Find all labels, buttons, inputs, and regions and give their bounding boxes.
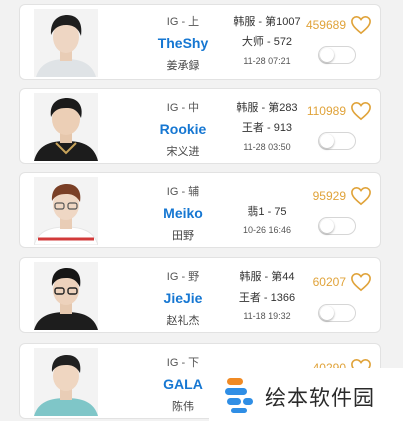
last-update-time: 10-26 16:46 [242, 225, 292, 235]
toggle-knob [320, 219, 334, 233]
server-rank: 韩服 - 第1007 [233, 16, 301, 28]
toggle-knob [320, 48, 334, 62]
server-rank: 韩服 - 第44 [239, 271, 295, 283]
last-update-time: 11-28 03:50 [243, 142, 291, 152]
player-name[interactable]: Rookie [128, 121, 238, 137]
toggle-knob [320, 306, 334, 320]
player-card[interactable]: IG - 中 Rookie 宋义进 韩服 - 第283 王者 - 913 11-… [19, 88, 381, 164]
tier-points: 王者 - 1366 [238, 292, 296, 304]
tier-points: 翡1 - 75 [247, 206, 287, 218]
player-name[interactable]: TheShy [128, 35, 238, 51]
tier-points: 王者 - 913 [241, 122, 293, 134]
last-update-time: 11-28 07:21 [243, 56, 291, 66]
player-avatar [34, 262, 98, 330]
player-real-name: 田野 [172, 230, 194, 242]
team-position: IG - 上 [166, 16, 200, 28]
player-avatar [34, 93, 98, 161]
tier-points: 大师 - 572 [241, 36, 293, 48]
player-name[interactable]: JieJie [128, 290, 238, 306]
player-card[interactable]: IG - 野 JieJie 赵礼杰 韩服 - 第44 王者 - 1366 11-… [19, 257, 381, 333]
player-card[interactable]: IG - 上 TheShy 姜承録 韩服 - 第1007 大师 - 572 11… [19, 4, 381, 80]
heart-icon[interactable] [350, 186, 372, 206]
like-count: 110989 [306, 104, 346, 118]
team-position: IG - 辅 [166, 186, 200, 198]
watermark-logo-icon [225, 378, 253, 413]
server-rank: 韩服 - 第283 [236, 102, 298, 114]
heart-icon[interactable] [350, 272, 372, 292]
player-avatar [34, 348, 98, 416]
heart-icon[interactable] [350, 15, 372, 35]
player-real-name: 姜承録 [166, 60, 200, 72]
like-count: 60207 [312, 275, 346, 289]
team-position: IG - 野 [166, 271, 200, 283]
player-avatar [34, 177, 98, 245]
follow-toggle[interactable] [318, 217, 356, 235]
like-count: 459689 [305, 18, 346, 32]
toggle-knob [320, 134, 334, 148]
follow-toggle[interactable] [318, 304, 356, 322]
like-count: 95929 [312, 189, 346, 203]
player-card[interactable]: IG - 辅 Meiko 田野 翡1 - 75 10-26 16:46 9592… [19, 172, 381, 248]
follow-toggle[interactable] [318, 46, 356, 64]
player-avatar [34, 9, 98, 77]
team-position: IG - 中 [166, 102, 200, 114]
player-real-name: 赵礼杰 [166, 315, 200, 327]
last-update-time: 11-18 19:32 [243, 311, 291, 321]
watermark: 绘本软件园 [209, 368, 403, 421]
heart-icon[interactable] [350, 101, 372, 121]
player-name[interactable]: Meiko [128, 205, 238, 221]
player-real-name: 宋义进 [166, 146, 200, 158]
follow-toggle[interactable] [318, 132, 356, 150]
watermark-text: 绘本软件园 [265, 387, 375, 410]
